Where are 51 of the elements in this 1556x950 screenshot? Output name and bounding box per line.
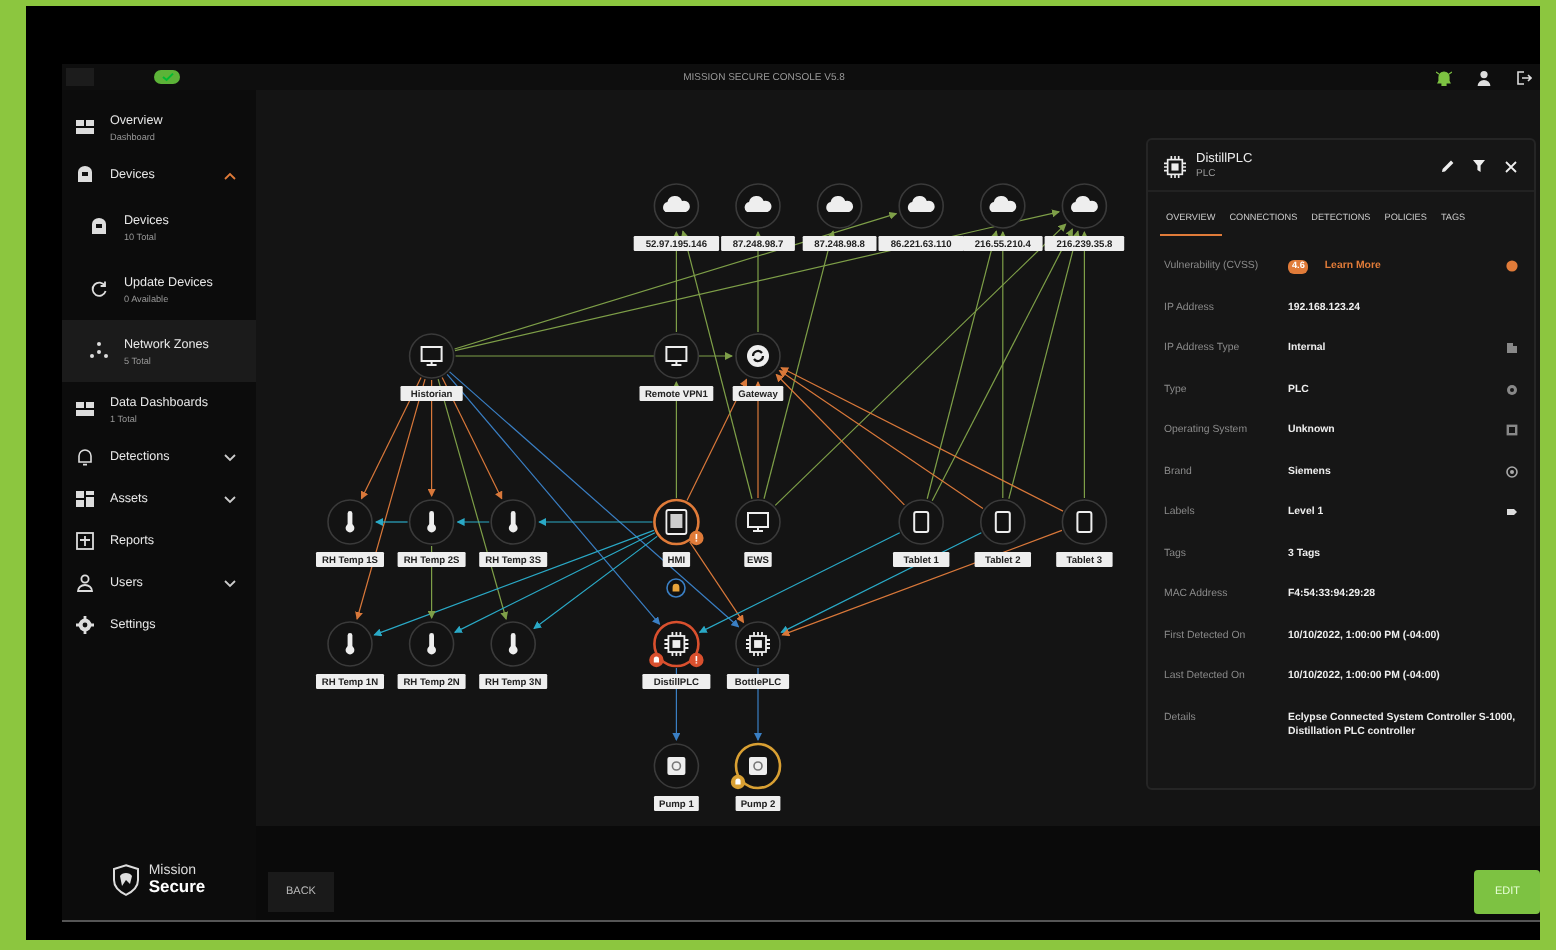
cloud-icon[interactable] [653,183,700,229]
user-icon[interactable] [1476,69,1492,85]
pencil-icon[interactable] [1440,158,1456,174]
tag-icon [1506,506,1518,518]
shield-logo-icon [112,864,141,896]
monitor-icon[interactable] [735,499,781,545]
user-icon [76,574,94,592]
chip-icon[interactable] [735,621,781,667]
filter-icon[interactable] [1472,158,1488,174]
sync-icon[interactable] [735,333,781,379]
logo-text: Secure [148,878,206,896]
thermometer-icon[interactable] [490,499,536,545]
alarm-bell-icon[interactable] [1436,69,1452,85]
cloud-icon[interactable] [816,183,863,229]
thermometer-icon[interactable] [490,621,536,667]
building-icon [1506,342,1518,354]
report-icon [76,532,94,550]
tablet-icon[interactable] [980,499,1026,545]
cloud-icon[interactable] [735,183,781,229]
chevron-down-icon[interactable] [224,453,236,461]
chevron-down-icon[interactable] [224,495,236,503]
update-icon [90,280,108,298]
status-toggle[interactable] [154,70,180,84]
monitor-icon[interactable] [653,333,700,379]
pump-icon[interactable] [653,743,700,789]
dashboard-icon [76,400,94,418]
dashboard-icon [76,118,94,136]
alert-icon [1506,260,1518,272]
bell-icon[interactable] [666,578,686,598]
zones-icon [90,342,108,360]
thermometer-icon[interactable] [408,499,455,545]
close-icon[interactable] [1504,159,1518,173]
thermometer-icon[interactable] [327,499,373,545]
chevron-down-icon[interactable] [224,579,236,587]
tablet-icon[interactable] [898,499,944,545]
touchscreen-icon[interactable] [653,498,700,546]
device-icon [90,218,108,236]
chevron-up-icon[interactable] [224,171,236,179]
device-icon [76,166,94,184]
tablet-icon[interactable] [1061,499,1108,545]
cloud-icon[interactable] [898,183,944,229]
thermometer-icon[interactable] [327,621,373,667]
monitor-icon[interactable] [408,333,455,379]
cloud-icon[interactable] [980,183,1026,229]
cloud-icon[interactable] [1061,183,1108,229]
assets-icon [76,490,94,508]
logout-icon[interactable] [1516,69,1532,85]
chip-icon [1164,155,1186,177]
pump-icon[interactable] [734,742,782,790]
bell-icon [76,448,94,466]
thermometer-icon[interactable] [408,621,455,667]
